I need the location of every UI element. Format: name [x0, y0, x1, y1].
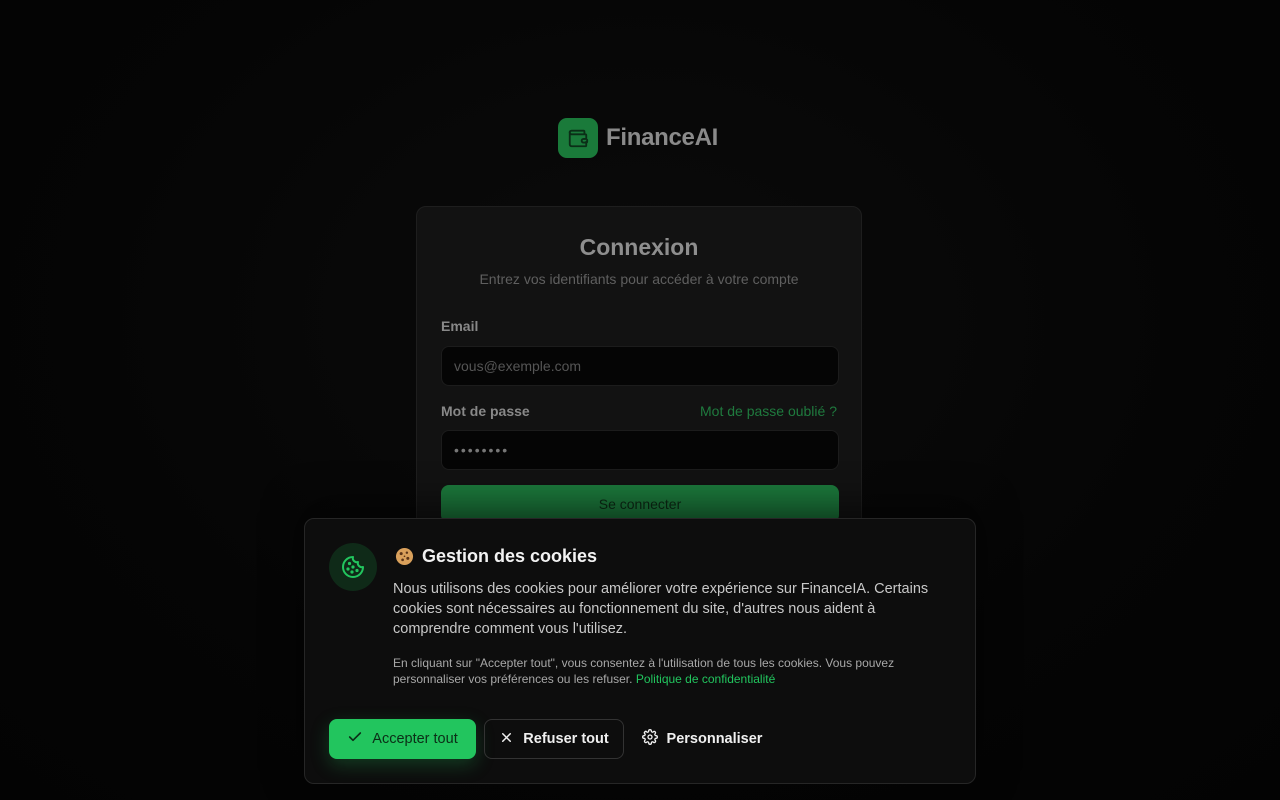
wallet-icon	[558, 118, 598, 158]
cookie-note: En cliquant sur "Accepter tout", vous co…	[393, 655, 953, 687]
brand-name: FinanceAI	[606, 124, 718, 151]
refuse-all-label: Refuser tout	[523, 731, 609, 747]
brand-header: FinanceAI	[558, 118, 718, 158]
cookie-banner: Gestion des cookies Nous utilisons des c…	[304, 518, 976, 784]
forgot-password-link[interactable]: Mot de passe oublié ?	[700, 403, 837, 419]
cookie-emoji-icon	[394, 547, 414, 567]
privacy-policy-link[interactable]: Politique de confidentialité	[636, 672, 775, 686]
cookie-description: Nous utilisons des cookies pour améliore…	[393, 581, 929, 637]
password-field[interactable]	[441, 430, 839, 470]
cookie-icon	[329, 543, 377, 591]
cookie-title-text: Gestion des cookies	[422, 546, 598, 566]
login-subtitle: Entrez vos identifiants pour accéder à v…	[479, 271, 799, 287]
email-field[interactable]	[441, 346, 839, 386]
page: FinanceAI Connexion Entrez vos identifia…	[0, 0, 1280, 800]
email-label: Email	[441, 318, 479, 334]
refuse-all-button[interactable]: Refuser tout	[484, 719, 624, 759]
cookie-title: Gestion des cookies	[394, 546, 597, 567]
accept-all-button[interactable]: Accepter tout	[329, 719, 476, 759]
login-title: Connexion	[579, 234, 699, 260]
accept-all-label: Accepter tout	[372, 731, 458, 747]
login-card: Connexion Entrez vos identifiants pour a…	[416, 206, 862, 566]
gear-icon	[641, 729, 658, 749]
customize-label: Personnaliser	[666, 731, 763, 747]
password-label: Mot de passe	[441, 403, 530, 419]
check-icon	[347, 729, 363, 749]
customize-button[interactable]: Personnaliser	[636, 719, 768, 759]
close-icon	[499, 730, 514, 749]
